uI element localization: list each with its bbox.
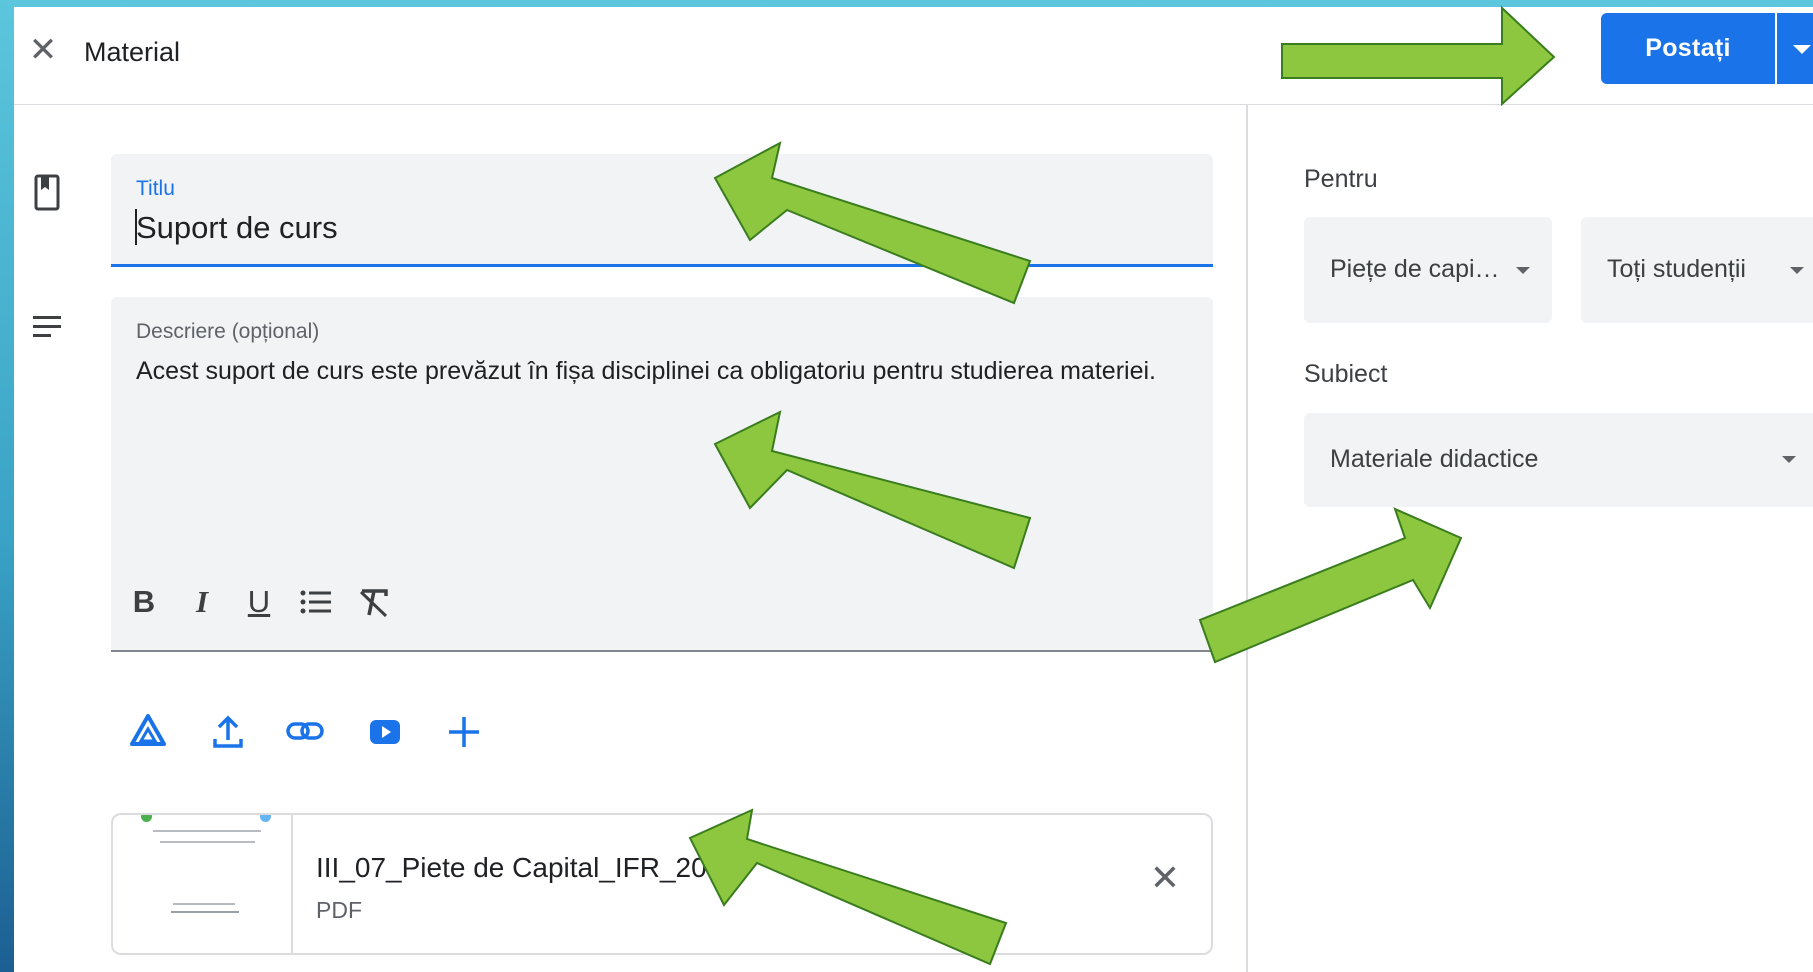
- for-label: Pentru: [1304, 165, 1378, 193]
- description-icon: [32, 312, 62, 352]
- description-field[interactable]: Descriere (opțional) Acest suport de cur…: [111, 297, 1213, 652]
- class-select[interactable]: Piețe de capi…: [1304, 217, 1552, 323]
- students-select[interactable]: Toți studenții: [1581, 217, 1813, 323]
- thumbnail-text-line: [171, 911, 239, 913]
- close-icon[interactable]: ✕: [28, 33, 58, 67]
- bulleted-list-icon[interactable]: [298, 582, 334, 622]
- page-title: Material: [84, 37, 181, 67]
- bookmark-icon: [32, 173, 62, 213]
- bold-icon[interactable]: B: [126, 582, 162, 622]
- dialog-header: ✕ Material Postați: [14, 7, 1813, 105]
- title-input[interactable]: Suport de curs: [136, 210, 338, 246]
- attachment-name: III_07_Piete de Capital_IFR_2019: [316, 852, 738, 883]
- youtube-icon[interactable]: [365, 710, 405, 754]
- thumbnail-text-line: [173, 903, 235, 905]
- title-field[interactable]: Titlu Suport de curs: [111, 154, 1213, 267]
- thumbnail-logo-right: [260, 815, 271, 822]
- thumbnail-text-line: [160, 841, 255, 843]
- material-dialog: ✕ Material Postați Titlu Suport de curs …: [14, 7, 1813, 972]
- clear-formatting-icon[interactable]: [356, 582, 392, 622]
- underline-icon[interactable]: U: [241, 582, 277, 622]
- post-button[interactable]: Postați: [1601, 13, 1775, 84]
- topic-label: Subiect: [1304, 360, 1388, 388]
- settings-panel: Pentru Piețe de capi… Toți studenții Sub…: [1246, 105, 1813, 972]
- upload-icon[interactable]: [208, 710, 248, 754]
- chevron-down-icon: [1790, 267, 1804, 274]
- chevron-down-icon: [1516, 267, 1530, 274]
- description-label: Descriere (opțional): [136, 320, 320, 343]
- attachment-type: PDF: [316, 897, 362, 923]
- add-icon[interactable]: [444, 710, 484, 754]
- italic-icon[interactable]: I: [184, 582, 220, 622]
- title-label: Titlu: [136, 177, 175, 200]
- description-input[interactable]: Acest suport de curs este prevăzut în fi…: [136, 357, 1156, 386]
- attachment-card[interactable]: III_07_Piete de Capital_IFR_2019 PDF ✕: [111, 813, 1213, 955]
- link-icon[interactable]: [285, 710, 325, 754]
- topic-select-value: Materiale didactice: [1330, 445, 1539, 473]
- pdf-thumbnail: [113, 815, 293, 953]
- chevron-down-icon: [1782, 456, 1796, 463]
- students-select-value: Toți studenții: [1607, 255, 1746, 283]
- post-options-dropdown[interactable]: [1777, 13, 1813, 84]
- remove-attachment-icon[interactable]: ✕: [1147, 861, 1183, 897]
- google-drive-icon[interactable]: [128, 710, 168, 754]
- thumbnail-text-line: [153, 830, 261, 832]
- topic-select[interactable]: Materiale didactice: [1304, 413, 1813, 507]
- class-select-value: Piețe de capi…: [1330, 255, 1500, 283]
- thumbnail-logo-left: [141, 815, 152, 822]
